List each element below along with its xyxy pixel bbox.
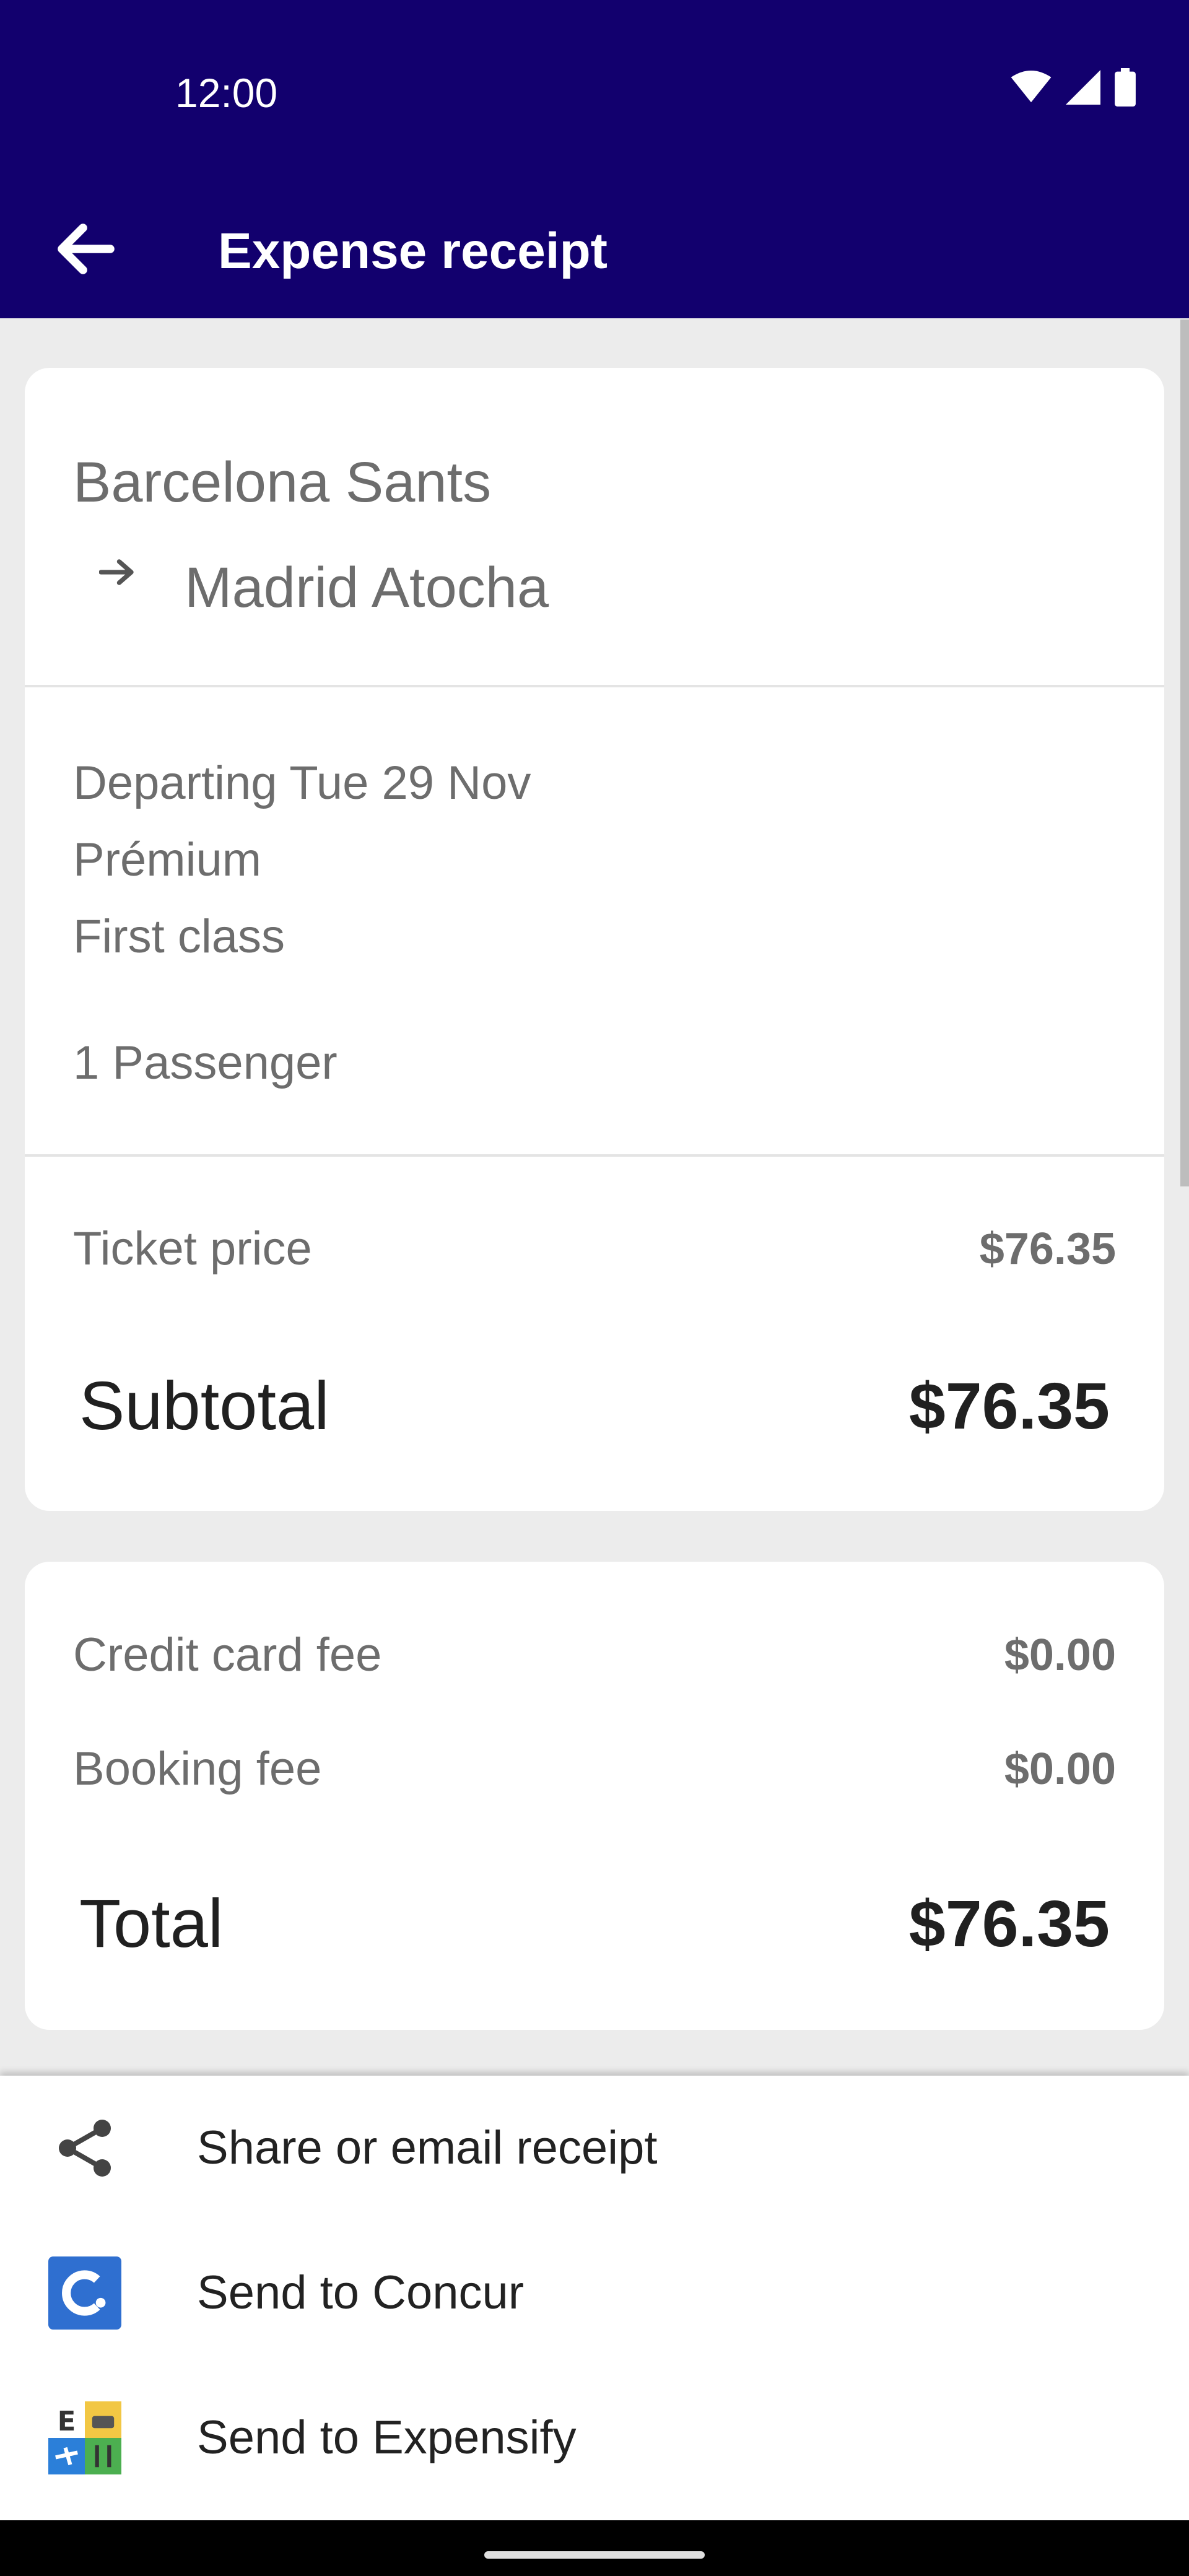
share-receipt-label: Share or email receipt [197,2121,658,2174]
expensify-icon: E [48,2401,121,2474]
send-to-concur-label: Send to Concur [197,2266,525,2319]
share-icon [48,2112,121,2185]
send-to-concur-button[interactable]: Send to Concur [0,2221,1189,2365]
subtotal-label: Subtotal [79,1368,329,1444]
app-bar: Expense receipt [0,185,1189,318]
page-title: Expense receipt [218,223,608,279]
scrollbar[interactable] [1180,320,1189,1186]
battery-icon [1115,67,1136,110]
navigation-bar [0,2520,1189,2576]
concur-icon [48,2256,121,2330]
departing-date: Departing Tue 29 Nov [73,757,531,809]
ticket-price-value: $76.35 [979,1224,1116,1274]
total-label: Total [79,1886,224,1962]
home-indicator[interactable] [484,2551,705,2559]
destination-station: Madrid Atocha [185,556,549,619]
origin-station: Barcelona Sants [73,451,492,514]
arrow-back-icon [56,223,115,278]
svg-text:E: E [58,2406,76,2437]
send-to-expensify-button[interactable]: E Send to Expensify [0,2365,1189,2510]
fees-card: Credit card fee $0.00 Booking fee $0.00 … [25,1562,1164,2030]
status-icons [1011,67,1136,110]
passenger-count: 1 Passenger [73,1037,338,1089]
status-time: 12:00 [175,70,278,116]
travel-class: First class [73,910,285,963]
trip-card: Barcelona Sants Madrid Atocha Departing … [25,368,1164,1511]
status-bar: 12:00 [0,0,1189,185]
booking-fee-value: $0.00 [1004,1744,1116,1794]
signal-icon [1065,69,1101,108]
booking-fee-label: Booking fee [73,1743,322,1795]
credit-card-fee-label: Credit card fee [73,1629,382,1681]
arrow-right-icon [98,559,136,589]
credit-card-fee-value: $0.00 [1004,1630,1116,1680]
actions-sheet: Share or email receipt Send to Concur E [0,2076,1189,2520]
send-to-expensify-label: Send to Expensify [197,2411,577,2464]
divider [25,685,1164,687]
share-receipt-button[interactable]: Share or email receipt [0,2076,1189,2221]
divider [25,1154,1164,1157]
ticket-price-label: Ticket price [73,1222,312,1275]
wifi-icon [1011,70,1052,107]
back-button[interactable] [42,207,129,294]
subtotal-value: $76.35 [908,1370,1110,1443]
total-value: $76.35 [908,1887,1110,1960]
fare-type: Prémium [73,833,262,886]
